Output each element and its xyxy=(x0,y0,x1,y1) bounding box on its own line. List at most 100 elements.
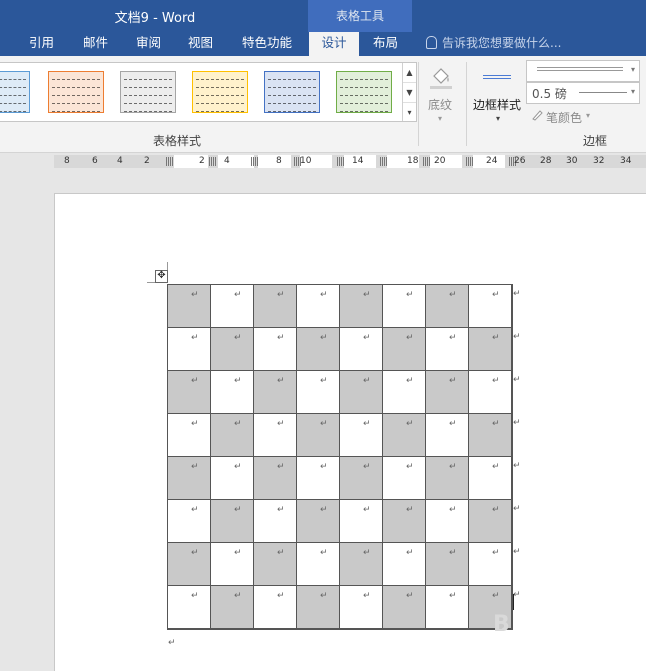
table-cell[interactable]: ↵ xyxy=(340,414,383,457)
table-cell[interactable]: ↵ xyxy=(254,414,297,457)
table-cell[interactable]: ↵ xyxy=(168,414,211,457)
table-cell[interactable]: ↵ xyxy=(168,285,211,328)
pen-color-button[interactable]: 笔颜色 xyxy=(546,109,582,126)
table-style-swatch[interactable] xyxy=(120,71,176,113)
table-cell[interactable]: ↵ xyxy=(168,457,211,500)
border-styles-icon[interactable] xyxy=(483,75,511,79)
row-end-mark: ↵ xyxy=(513,590,521,600)
table-cell[interactable]: ↵ xyxy=(340,586,383,629)
table-cell[interactable]: ↵ xyxy=(168,500,211,543)
tab-layout[interactable]: 布局 xyxy=(367,32,404,56)
table-cell[interactable]: ↵ xyxy=(383,328,426,371)
shading-bucket-icon[interactable] xyxy=(428,64,454,90)
table-cell[interactable]: ↵ xyxy=(383,414,426,457)
table-cell[interactable]: ↵ xyxy=(254,371,297,414)
table-cell[interactable]: ↵ xyxy=(383,500,426,543)
gallery-up-icon[interactable]: ▲ xyxy=(403,63,416,83)
table-cell[interactable]: ↵ xyxy=(469,285,512,328)
table-cell[interactable]: ↵ xyxy=(383,371,426,414)
table-cell[interactable]: ↵ xyxy=(469,543,512,586)
border-styles-button[interactable]: 边框样式 xyxy=(473,96,521,113)
table-cell[interactable]: ↵ xyxy=(211,543,254,586)
table-cell[interactable]: ↵ xyxy=(254,543,297,586)
table-cell[interactable]: ↵ xyxy=(383,543,426,586)
ruler-column-marker[interactable] xyxy=(380,157,388,166)
ruler-column-marker[interactable] xyxy=(209,157,217,166)
table-cell[interactable]: ↵ xyxy=(340,371,383,414)
table-cell[interactable]: ↵ xyxy=(297,457,340,500)
table-cell[interactable]: ↵ xyxy=(211,328,254,371)
table-cell[interactable]: ↵ xyxy=(168,586,211,629)
table-style-swatch[interactable] xyxy=(0,71,30,113)
table-cell[interactable]: ↵ xyxy=(254,586,297,629)
table-cell[interactable]: ↵ xyxy=(426,457,469,500)
table-cell[interactable]: ↵ xyxy=(469,328,512,371)
table-cell[interactable]: ↵ xyxy=(340,457,383,500)
table-move-handle-icon[interactable]: ✥ xyxy=(155,270,168,283)
table-style-swatch[interactable] xyxy=(336,71,392,113)
tab-mailings[interactable]: 邮件 xyxy=(77,32,114,56)
table-cell[interactable]: ↵ xyxy=(297,500,340,543)
table-cell[interactable]: ↵ xyxy=(211,285,254,328)
table-cell[interactable]: ↵ xyxy=(297,414,340,457)
table-cell[interactable]: ↵ xyxy=(297,371,340,414)
table-cell[interactable]: ↵ xyxy=(254,328,297,371)
table-cell[interactable]: ↵ xyxy=(340,328,383,371)
shading-button[interactable]: 底纹 xyxy=(428,96,452,113)
table-cell[interactable]: ↵ xyxy=(340,543,383,586)
table-cell[interactable]: ↵ xyxy=(426,543,469,586)
tab-references[interactable]: 引用 xyxy=(23,32,60,56)
tab-special-features[interactable]: 特色功能 xyxy=(236,32,298,56)
ruler-column-marker[interactable] xyxy=(166,157,174,166)
ruler-column-marker[interactable] xyxy=(337,157,345,166)
table-cell[interactable]: ↵ xyxy=(383,457,426,500)
table-cell[interactable]: ↵ xyxy=(168,543,211,586)
table-cell[interactable]: ↵ xyxy=(469,371,512,414)
ruler-column-marker[interactable] xyxy=(466,157,474,166)
table-cell[interactable]: ↵ xyxy=(340,500,383,543)
tab-view[interactable]: 视图 xyxy=(182,32,219,56)
table-cell[interactable]: ↵ xyxy=(254,457,297,500)
border-styles-dropdown-icon[interactable]: ▾ xyxy=(496,114,500,123)
table-cell[interactable]: ↵ xyxy=(254,285,297,328)
table-cell[interactable]: ↵ xyxy=(297,285,340,328)
tab-review[interactable]: 审阅 xyxy=(130,32,167,56)
table-style-swatch[interactable] xyxy=(192,71,248,113)
table-cell[interactable]: ↵ xyxy=(254,500,297,543)
gallery-more-icon[interactable]: ▾ xyxy=(403,103,416,122)
horizontal-ruler[interactable]: 8 6 4 2 2 4 8 10 14 18 20 24 26 28 30 32… xyxy=(54,155,646,168)
table-cell[interactable]: ↵ xyxy=(211,500,254,543)
table-cell[interactable]: ↵ xyxy=(211,371,254,414)
table-style-swatch[interactable] xyxy=(48,71,104,113)
table-cell[interactable]: ↵ xyxy=(297,586,340,629)
table-cell[interactable]: ↵ xyxy=(469,457,512,500)
line-style-dropdown[interactable]: ▾ xyxy=(526,60,640,82)
table-cell[interactable]: ↵ xyxy=(297,328,340,371)
table-cell[interactable]: ↵ xyxy=(426,371,469,414)
table-cell[interactable]: ↵ xyxy=(297,543,340,586)
table-cell[interactable]: ↵ xyxy=(426,586,469,629)
table-cell[interactable]: ↵ xyxy=(426,328,469,371)
ruler-column-marker[interactable] xyxy=(423,157,431,166)
shading-dropdown-icon[interactable]: ▾ xyxy=(438,114,442,123)
table-cell[interactable]: ↵ xyxy=(211,414,254,457)
table-cell[interactable]: ↵ xyxy=(383,285,426,328)
table-cell[interactable]: ↵ xyxy=(426,414,469,457)
table-cell[interactable]: ↵ xyxy=(426,285,469,328)
table-cell[interactable]: ↵ xyxy=(211,457,254,500)
gallery-down-icon[interactable]: ▼ xyxy=(403,83,416,103)
pen-color-dropdown-icon[interactable]: ▾ xyxy=(586,111,590,120)
table-cell[interactable]: ↵ xyxy=(426,500,469,543)
checkerboard-table[interactable]: ↵ ↵ ↵ ↵ ↵ ↵ ↵ ↵ ↵ ↵ ↵ ↵ ↵ ↵ ↵ ↵ ↵ ↵ ↵ ↵ ↵ ↵ ↵ ↵ ↵ ↵ ↵ ↵ ↵ ↵ ↵ ↵ ↵ ↵ ↵ ↵ ↵ ↵ ↵ ↵… xyxy=(167,284,513,630)
table-cell[interactable]: ↵ xyxy=(211,586,254,629)
table-cell[interactable]: ↵ xyxy=(383,586,426,629)
tell-me-box[interactable]: 告诉我您想要做什么... xyxy=(426,32,561,54)
table-style-swatch[interactable] xyxy=(264,71,320,113)
table-cell[interactable]: ↵ xyxy=(168,328,211,371)
table-cell[interactable]: ↵ xyxy=(168,371,211,414)
tab-design[interactable]: 设计 xyxy=(309,32,359,56)
table-cell[interactable]: ↵ xyxy=(469,500,512,543)
table-cell[interactable]: ↵ xyxy=(340,285,383,328)
table-cell[interactable]: ↵ xyxy=(469,414,512,457)
ruler-column-marker[interactable] xyxy=(251,157,259,166)
